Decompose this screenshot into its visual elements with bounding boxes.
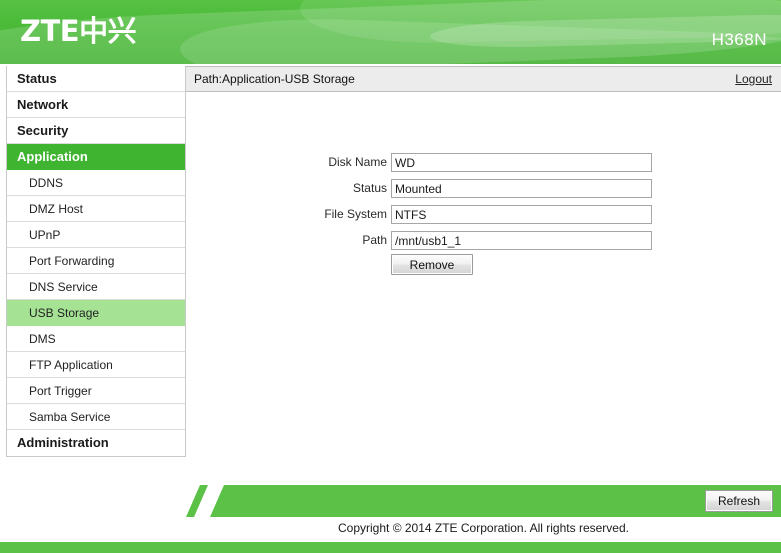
- form-row: Path: [186, 231, 656, 252]
- sidebar-item-ddns[interactable]: DDNS: [7, 170, 185, 196]
- sidebar-item-port-forwarding[interactable]: Port Forwarding: [7, 248, 185, 274]
- sidebar-item-dmz-host[interactable]: DMZ Host: [7, 196, 185, 222]
- path-input[interactable]: [391, 231, 652, 250]
- status-label: Status: [352, 181, 387, 195]
- file-system-input[interactable]: [391, 205, 652, 224]
- sidebar-item-status[interactable]: Status: [7, 66, 185, 92]
- sidebar-item-application[interactable]: Application: [7, 144, 185, 170]
- sidebar-item-upnp[interactable]: UPnP: [7, 222, 185, 248]
- sidebar-item-security[interactable]: Security: [7, 118, 185, 144]
- footer-slash-decoration: [186, 485, 208, 517]
- status-input[interactable]: [391, 179, 652, 198]
- breadcrumb-bar: Path:Application-USB Storage Logout: [186, 66, 781, 92]
- page-header: ZTE中兴 H368N: [0, 0, 781, 64]
- bottom-green-strip: [0, 542, 781, 553]
- sidebar-item-administration[interactable]: Administration: [7, 430, 185, 456]
- footer-action-bar: Refresh: [186, 485, 781, 517]
- sidebar-item-usb-storage[interactable]: USB Storage: [7, 300, 185, 326]
- disk-name-label: Disk Name: [328, 155, 387, 169]
- sidebar-item-ftp-application[interactable]: FTP Application: [7, 352, 185, 378]
- usb-storage-form: Remove Disk Name Status File System Path: [186, 93, 781, 493]
- breadcrumb: Path:Application-USB Storage: [194, 72, 355, 86]
- path-label: Path: [362, 233, 387, 247]
- sidebar-item-port-trigger[interactable]: Port Trigger: [7, 378, 185, 404]
- refresh-button[interactable]: Refresh: [705, 490, 773, 512]
- sidebar-nav: Status Network Security Application DDNS DMZ …: [6, 66, 186, 457]
- remove-button[interactable]: Remove: [391, 254, 473, 275]
- footer-green-bar: [210, 485, 781, 517]
- content-area: Path:Application-USB Storage Logout Remo…: [186, 66, 781, 553]
- form-row: Disk Name: [186, 153, 656, 174]
- zte-logo: ZTE中兴: [20, 14, 137, 48]
- sidebar-item-network[interactable]: Network: [7, 92, 185, 118]
- file-system-label: File System: [324, 207, 387, 221]
- sidebar-item-samba-service[interactable]: Samba Service: [7, 404, 185, 430]
- device-model-label: H368N: [711, 30, 767, 49]
- disk-name-input[interactable]: [391, 153, 652, 172]
- logout-link[interactable]: Logout: [735, 72, 772, 86]
- sidebar-item-dms[interactable]: DMS: [7, 326, 185, 352]
- copyright-text: Copyright © 2014 ZTE Corporation. All ri…: [338, 521, 629, 535]
- form-row: File System: [186, 205, 656, 226]
- sidebar-item-dns-service[interactable]: DNS Service: [7, 274, 185, 300]
- form-row: Status: [186, 179, 656, 200]
